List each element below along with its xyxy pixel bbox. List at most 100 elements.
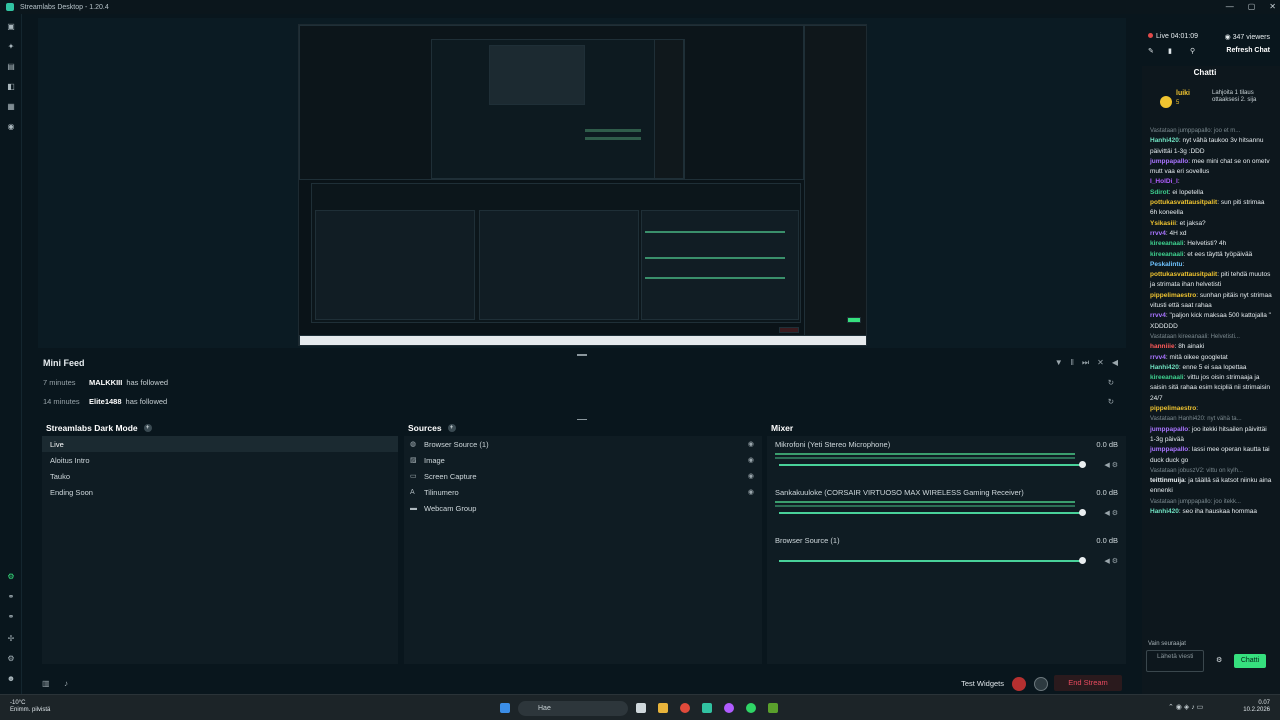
share-icon[interactable]: ⚲	[1190, 47, 1195, 55]
chat-username[interactable]: l_HolDi_l	[1150, 178, 1178, 185]
start-icon[interactable]	[500, 703, 510, 713]
task-view-icon[interactable]	[636, 703, 646, 713]
chat-username[interactable]: kireeanaali	[1150, 374, 1184, 381]
send-chat-button[interactable]: Chatti	[1234, 654, 1266, 668]
source-item[interactable]: ▨ Image ◉	[404, 452, 762, 468]
chat-username[interactable]: kireeanaali	[1150, 240, 1184, 247]
chat-username[interactable]: Sdirot	[1150, 189, 1169, 196]
edit-icon[interactable]: ✎	[1148, 47, 1154, 55]
eye-icon[interactable]: ◉	[748, 456, 754, 464]
weather-desc: Enimm. pilvistä	[10, 707, 51, 713]
volume-icon[interactable]: ◀	[1112, 358, 1118, 368]
source-item[interactable]: ▬ Webcam Group	[404, 500, 762, 516]
chat-username[interactable]: Ysikasiii	[1150, 220, 1176, 227]
highlighter-icon[interactable]: ⚭	[6, 612, 16, 622]
performance-icon[interactable]: ▥	[42, 679, 50, 688]
stream-preview[interactable]	[298, 24, 867, 346]
replay-buffer-button[interactable]	[1034, 677, 1048, 691]
popout-icon[interactable]: ▮	[1168, 47, 1172, 55]
alerts-icon[interactable]: ◧	[6, 82, 16, 92]
source-item[interactable]: A Tilinumero ◉	[404, 484, 762, 500]
spotify-icon[interactable]	[746, 703, 756, 713]
pause-icon[interactable]: ‖	[1071, 358, 1074, 368]
tray-icons[interactable]: ⌃ ◉ ◈ ♪ ▭	[1168, 703, 1203, 711]
chat-username[interactable]: pottukasvattausitpalit	[1150, 199, 1217, 206]
chat-username[interactable]: hanniiie	[1150, 343, 1175, 350]
feed-user: Elite1488	[89, 396, 122, 406]
chat-username[interactable]: rrvv4	[1150, 354, 1166, 361]
chat-username[interactable]: jumppapallo	[1150, 426, 1188, 433]
scene-item[interactable]: Live	[42, 436, 398, 452]
chat-username[interactable]: jumppapallo	[1150, 158, 1188, 165]
scene-collection-title[interactable]: Streamlabs Dark Mode	[46, 423, 138, 433]
scene-item[interactable]: Ending Soon	[42, 484, 398, 500]
minimize-button[interactable]: —	[1226, 2, 1234, 11]
mixer-controls[interactable]: ◀ ⚙	[1104, 509, 1118, 517]
mixer-controls[interactable]: ◀ ⚙	[1104, 461, 1118, 469]
taskbar-search[interactable]: Hae	[518, 701, 628, 716]
weather-widget[interactable]: -10°C Enimm. pilvistä	[10, 700, 50, 714]
volume-knob[interactable]	[1079, 461, 1086, 468]
mute-alerts-icon[interactable]: ✕	[1097, 358, 1104, 368]
eye-icon[interactable]: ◉	[748, 440, 754, 448]
streamlabs-icon[interactable]	[702, 703, 712, 713]
refresh-chat-button[interactable]: Refresh Chat	[1226, 47, 1270, 54]
chat-username[interactable]: Hanhi420	[1150, 508, 1179, 515]
test-widgets-button[interactable]: Test Widgets	[961, 679, 1004, 688]
skip-icon[interactable]: ⏭	[1082, 358, 1089, 368]
notification-icon[interactable]: ♪	[64, 679, 68, 688]
end-stream-button[interactable]: End Stream	[1054, 675, 1122, 691]
volume-knob[interactable]	[1079, 509, 1086, 516]
chat-username[interactable]: Peskalintu	[1150, 261, 1183, 268]
add-source-icon[interactable]: +	[447, 424, 456, 432]
chat-username[interactable]: Hanhi420	[1150, 137, 1179, 144]
profile-icon[interactable]: ☻	[6, 674, 16, 684]
maximize-button[interactable]: ▢	[1248, 2, 1256, 11]
chat-username[interactable]: pippelimaestro	[1150, 405, 1196, 412]
chat-username[interactable]: rrvv4	[1150, 312, 1166, 319]
record-button[interactable]	[1012, 677, 1026, 691]
replay-icon[interactable]: ↻	[1108, 378, 1114, 387]
nvidia-icon[interactable]	[768, 703, 778, 713]
scene-item[interactable]: Aloitus Intro	[42, 452, 398, 468]
chat-username[interactable]: pippelimaestro	[1150, 292, 1196, 299]
close-button[interactable]: ✕	[1269, 2, 1276, 11]
eye-icon[interactable]: ◉	[748, 472, 754, 480]
apps-icon[interactable]: ✢	[6, 634, 16, 644]
dashboard-icon[interactable]: ▦	[6, 102, 16, 112]
file-explorer-icon[interactable]	[658, 703, 668, 713]
chat-username[interactable]: teittinmuija	[1150, 477, 1185, 484]
replay-icon[interactable]: ↻	[1108, 397, 1114, 406]
chat-message: jumppapallo: lassi mee operan kautta tai…	[1150, 445, 1272, 466]
volume-slider[interactable]	[779, 512, 1084, 514]
chat-settings-icon[interactable]: ⚙	[1216, 656, 1222, 664]
chat-username[interactable]: rrvv4	[1150, 230, 1166, 237]
gear-icon[interactable]: ⚙	[6, 654, 16, 664]
eye-icon[interactable]: ◉	[748, 488, 754, 496]
source-item[interactable]: ◍ Browser Source (1) ◉	[404, 436, 762, 452]
themes-icon[interactable]: ✦	[6, 42, 16, 52]
editor-icon[interactable]: ▣	[6, 22, 16, 32]
volume-knob[interactable]	[1079, 557, 1086, 564]
volume-slider[interactable]	[779, 464, 1084, 466]
chat-username[interactable]: pottukasvattausitpalit	[1150, 271, 1217, 278]
filter-icon[interactable]: ▼	[1055, 358, 1063, 368]
chat-username[interactable]: Hanhi420	[1150, 364, 1179, 371]
source-item[interactable]: ▭ Screen Capture ◉	[404, 468, 762, 484]
chat-separator: :	[1177, 178, 1180, 186]
taskbar-clock[interactable]: 0.07 10.2.2026	[1243, 700, 1270, 714]
add-scene-icon[interactable]: +	[143, 424, 152, 432]
store-icon[interactable]: ▤	[6, 62, 16, 72]
studio-mode-icon[interactable]: ⚭	[6, 592, 16, 602]
scene-item[interactable]: Tauko	[42, 468, 398, 484]
mixer-controls[interactable]: ◀ ⚙	[1104, 557, 1118, 565]
browser-icon[interactable]	[680, 703, 690, 713]
chat-message: rrvv4: "paljon kick maksaa 500 kattojall…	[1150, 311, 1272, 332]
chat-username[interactable]: kireeanaali	[1150, 251, 1184, 258]
plugin-icon[interactable]: ⚙	[6, 572, 16, 582]
volume-slider[interactable]	[779, 560, 1084, 562]
settings-circle-icon[interactable]: ◉	[6, 122, 16, 132]
chat-username[interactable]: jumppapallo	[1150, 446, 1188, 453]
chat-input[interactable]: Lähetä viesti	[1146, 650, 1204, 672]
messenger-icon[interactable]	[724, 703, 734, 713]
